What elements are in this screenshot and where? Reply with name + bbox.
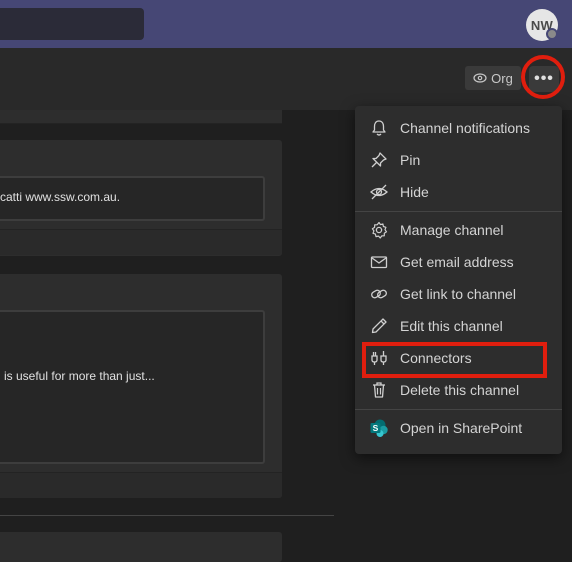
divider (0, 515, 334, 516)
eye-off-icon (370, 184, 388, 200)
menu-item-label: Manage channel (400, 222, 504, 238)
menu-item-hide[interactable]: Hide (355, 176, 562, 208)
svg-text:S: S (373, 423, 379, 433)
annotation-highlight (362, 342, 547, 378)
menu-item-label: Channel notifications (400, 120, 530, 136)
menu-item-get-link-to-channel[interactable]: Get link to channel (355, 278, 562, 310)
post-text: catti www.ssw.com.au. (0, 190, 121, 204)
menu-item-get-email-address[interactable]: Get email address (355, 246, 562, 278)
org-label: Org (491, 70, 513, 86)
menu-divider (355, 211, 562, 212)
menu-divider (355, 409, 562, 410)
menu-item-edit-this-channel[interactable]: Edit this channel (355, 310, 562, 342)
menu-item-open-in-sharepoint[interactable]: S Open in SharePoint (355, 412, 562, 444)
post-text: is useful for more than just... (4, 369, 155, 383)
menu-item-pin[interactable]: Pin (355, 144, 562, 176)
annotation-circle (521, 55, 565, 99)
post-fragment (0, 110, 282, 124)
pencil-icon (371, 318, 387, 334)
eye-icon (473, 73, 487, 83)
org-visibility-button[interactable]: Org (465, 66, 521, 90)
menu-item-delete-this-channel[interactable]: Delete this channel (355, 374, 562, 406)
reply-bar[interactable] (0, 229, 282, 255)
menu-item-label: Edit this channel (400, 318, 503, 334)
presence-status-icon (546, 28, 558, 40)
gear-icon (371, 221, 388, 239)
menu-item-channel-notifications[interactable]: Channel notifications (355, 112, 562, 144)
channel-options-menu: Channel notifications Pin Hide Manage ch… (355, 106, 562, 454)
reply-bar[interactable] (0, 472, 282, 498)
trash-icon (373, 382, 385, 398)
post-card (0, 310, 265, 464)
menu-item-label: Get link to channel (400, 286, 516, 302)
menu-item-manage-channel[interactable]: Manage channel (355, 214, 562, 246)
bell-icon (372, 120, 386, 136)
mail-icon (370, 256, 388, 269)
menu-item-label: Open in SharePoint (400, 420, 523, 436)
search-input[interactable] (0, 8, 144, 40)
link-icon (371, 289, 387, 299)
pin-icon (371, 152, 387, 168)
menu-item-label: Get email address (400, 254, 514, 270)
conversation-post (0, 532, 282, 562)
menu-item-label: Delete this channel (400, 382, 520, 398)
sharepoint-icon: S (370, 419, 388, 437)
menu-item-label: Hide (400, 184, 429, 200)
menu-item-label: Pin (400, 152, 421, 168)
